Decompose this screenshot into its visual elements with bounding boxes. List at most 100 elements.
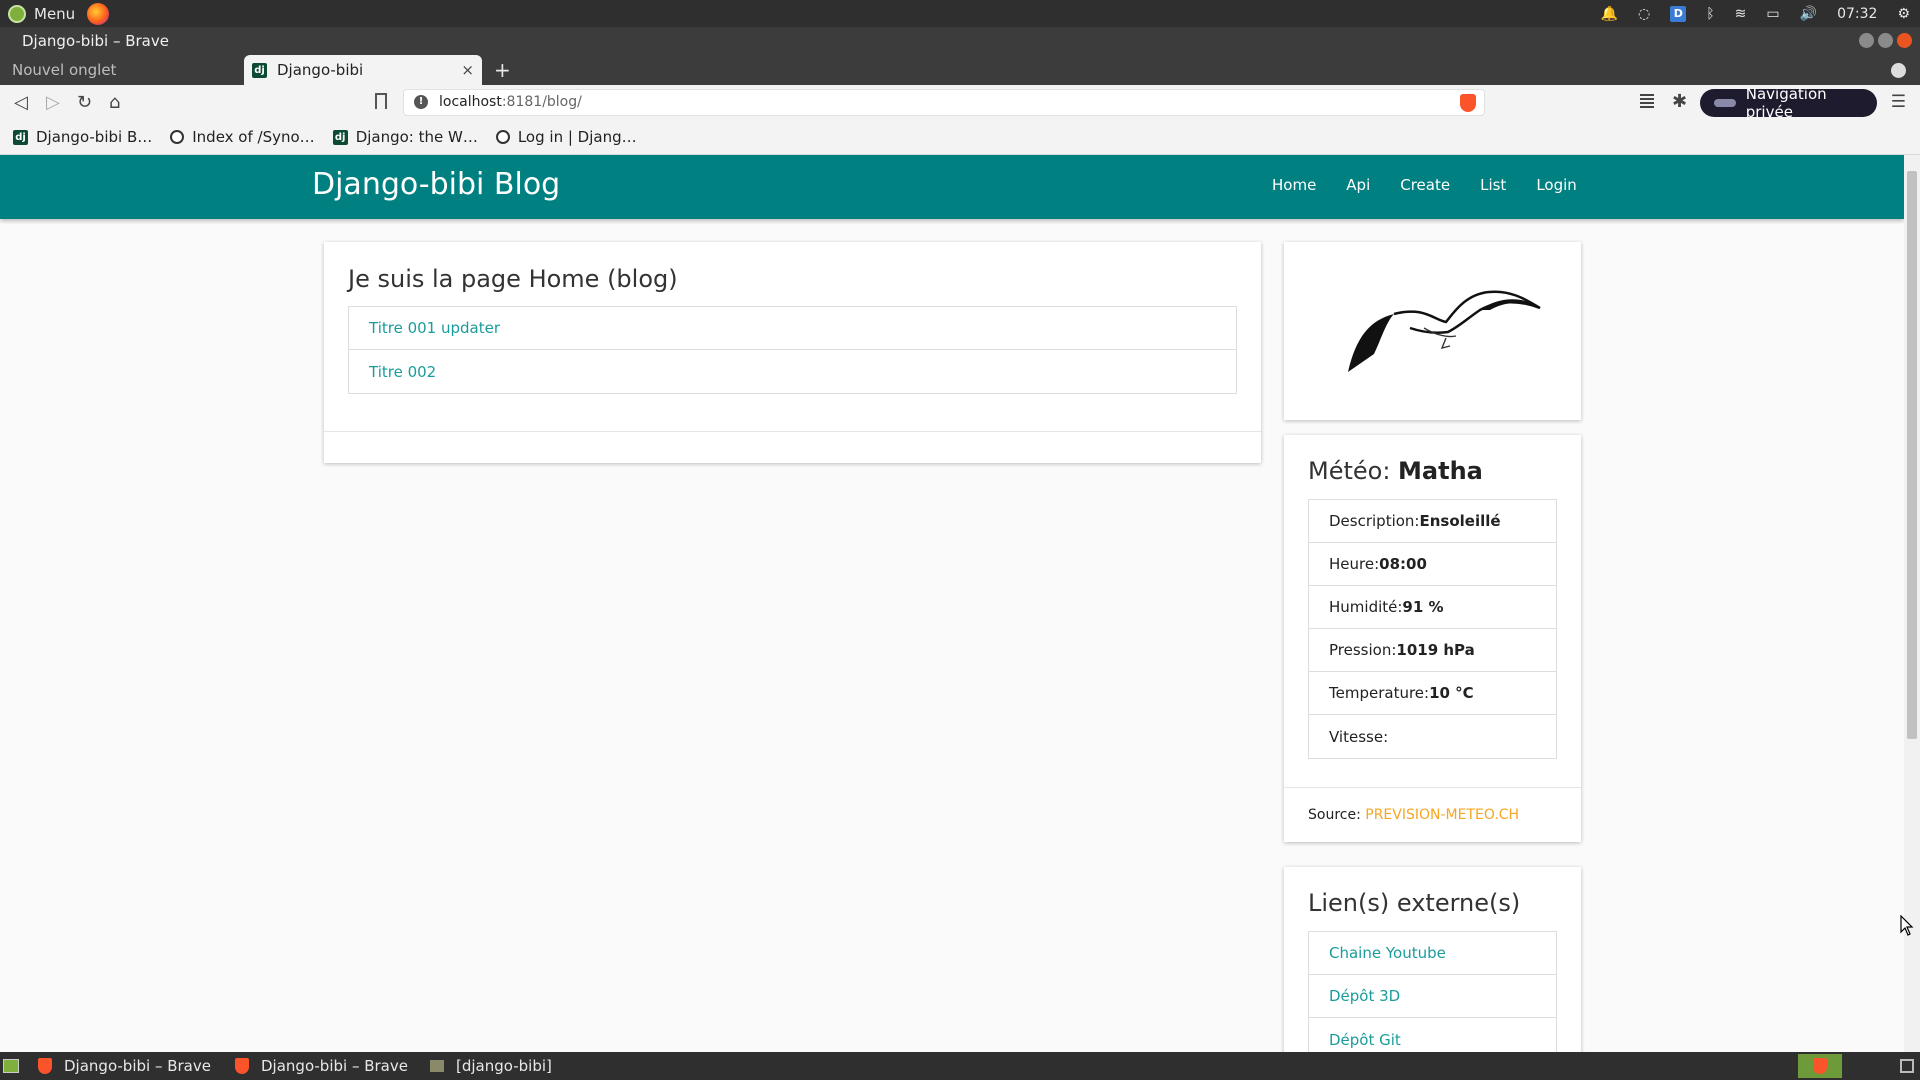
source-link[interactable]: PREVISION-METEO.CH <box>1365 807 1519 823</box>
list-item[interactable]: Titre 001 updater <box>349 307 1236 350</box>
card-footer-divider <box>1284 787 1581 788</box>
scrollbar-thumb[interactable] <box>1907 171 1917 739</box>
settings-gear-icon[interactable]: ⚙ <box>1897 6 1910 22</box>
django-icon: dj <box>13 129 28 145</box>
new-tab-button[interactable]: + <box>494 58 511 82</box>
weather-row: Pression: 1019 hPa <box>1309 629 1556 672</box>
weather-row: Temperature: 10 °C <box>1309 672 1556 715</box>
tab-django-bibi[interactable]: dj Django-bibi × <box>244 55 482 85</box>
weather-city: Matha <box>1398 457 1483 485</box>
window-title-bar: Django-bibi – Brave <box>0 27 1920 55</box>
trash-icon[interactable] <box>1900 1059 1914 1073</box>
nav-api[interactable]: Api <box>1346 176 1370 194</box>
private-glasses-icon <box>1714 99 1736 107</box>
window-title: Django-bibi – Brave <box>22 32 169 50</box>
page-title: Je suis la page Home (blog) <box>348 265 678 293</box>
card-footer-divider <box>324 431 1261 432</box>
list-item[interactable]: Dépôt 3D <box>1309 975 1556 1018</box>
logo-card <box>1284 242 1581 420</box>
nav-login[interactable]: Login <box>1536 176 1576 194</box>
weather-row: Humidité: 91 % <box>1309 586 1556 629</box>
home-icon[interactable]: ⌂ <box>109 92 120 113</box>
links-heading: Lien(s) externe(s) <box>1308 889 1521 917</box>
bookmark-label: Index of /Syno… <box>192 128 315 146</box>
list-item[interactable]: Titre 002 <box>349 350 1236 393</box>
nav-list[interactable]: List <box>1480 176 1506 194</box>
taskbar-item[interactable]: [django-bibi] <box>430 1052 552 1080</box>
site-brand[interactable]: Django-bibi Blog <box>312 167 560 202</box>
brave-icon <box>1813 1058 1827 1074</box>
maximize-icon[interactable] <box>1878 33 1893 48</box>
os-menu-label: Menu <box>34 4 76 23</box>
list-item[interactable]: Dépôt Git <box>1309 1018 1556 1052</box>
nav-create[interactable]: Create <box>1400 176 1450 194</box>
os-menu-button[interactable]: Menu <box>0 4 76 23</box>
extension-icon[interactable] <box>1640 94 1654 110</box>
weather-row: Description: Ensoleillé <box>1309 500 1556 543</box>
clock[interactable]: 07:32 <box>1837 6 1877 22</box>
tab-label: Nouvel onglet <box>12 61 117 79</box>
bookmark-item[interactable]: dj Django: the W… <box>332 128 478 146</box>
site-nav-links: Home Api Create List Login <box>1272 176 1577 194</box>
volume-icon[interactable]: 🔊 <box>1800 6 1817 22</box>
external-link[interactable]: Dépôt 3D <box>1329 987 1400 1005</box>
tab-label: Django-bibi <box>277 61 364 79</box>
weather-heading: Météo: Matha <box>1308 457 1483 485</box>
notification-bell-icon[interactable]: 🔔 <box>1601 6 1618 22</box>
reload-icon[interactable]: ↻ <box>77 92 92 113</box>
close-tab-icon[interactable]: × <box>461 61 474 79</box>
lightbulb-icon[interactable]: ◌ <box>1638 6 1650 22</box>
nav-home[interactable]: Home <box>1272 176 1316 194</box>
system-tray: 🔔 ◌ D ᛒ ≋ ▭ 🔊 07:32 ⚙ <box>1601 0 1910 27</box>
weather-card: Météo: Matha Description: Ensoleillé Heu… <box>1284 435 1581 842</box>
tab-search-icon[interactable] <box>1891 63 1906 78</box>
weather-source: Source: PREVISION-METEO.CH <box>1308 807 1520 823</box>
bookmarks-bar: dj Django-bibi B… Index of /Syno… dj Dja… <box>0 120 1920 155</box>
address-bar[interactable]: ! localhost:8181/blog/ <box>403 89 1485 116</box>
bookmark-item[interactable]: dj Django-bibi B… <box>13 128 152 146</box>
main-card: Je suis la page Home (blog) Titre 001 up… <box>324 242 1261 463</box>
os-top-panel: Menu 🔔 ◌ D ᛒ ≋ ▭ 🔊 07:32 ⚙ <box>0 0 1920 27</box>
seagull-logo-icon <box>1348 290 1541 372</box>
firefox-launcher-icon[interactable] <box>87 2 110 25</box>
taskbar-item[interactable]: Django-bibi – Brave <box>38 1052 211 1080</box>
browser-menu-icon[interactable]: ☰ <box>1891 92 1906 112</box>
list-item[interactable]: Chaine Youtube <box>1309 932 1556 975</box>
private-label: Navigation privée <box>1745 85 1827 121</box>
site-info-icon[interactable]: ! <box>414 95 428 109</box>
external-link[interactable]: Chaine Youtube <box>1329 944 1446 962</box>
forward-icon[interactable]: ▷ <box>46 92 60 113</box>
tab-new-tab[interactable]: Nouvel onglet <box>0 55 240 85</box>
private-window-badge[interactable]: Navigation privée <box>1700 85 1877 121</box>
battery-icon[interactable]: ▭ <box>1766 6 1779 22</box>
bluetooth-icon[interactable]: ᛒ <box>1706 6 1714 22</box>
post-link[interactable]: Titre 001 updater <box>369 319 500 337</box>
bookmark-icon[interactable] <box>375 93 387 109</box>
window-controls <box>1859 33 1912 48</box>
django-favicon-icon: dj <box>252 62 267 78</box>
back-icon[interactable]: ◁ <box>14 92 28 113</box>
minimize-icon[interactable] <box>1859 33 1874 48</box>
browser-toolbar: ◁ ▷ ↻ ⌂ ! localhost:8181/blog/ ✱ Navigat… <box>0 85 1920 121</box>
wifi-icon[interactable]: ≋ <box>1735 6 1747 22</box>
brave-shields-icon[interactable] <box>1460 94 1476 112</box>
post-link[interactable]: Titre 002 <box>369 363 436 381</box>
taskbar-item[interactable]: Django-bibi – Brave <box>235 1052 408 1080</box>
show-desktop-icon[interactable] <box>3 1059 19 1073</box>
url-text[interactable]: localhost:8181/blog/ <box>439 94 582 110</box>
external-link[interactable]: Dépôt Git <box>1329 1031 1401 1049</box>
post-list: Titre 001 updater Titre 002 <box>348 306 1237 394</box>
weather-row: Heure: 08:00 <box>1309 543 1556 586</box>
bookmark-item[interactable]: Index of /Syno… <box>170 128 315 146</box>
close-window-icon[interactable] <box>1897 33 1912 48</box>
globe-icon <box>495 130 510 144</box>
os-taskbar: Django-bibi – Brave Django-bibi – Brave … <box>0 1052 1920 1080</box>
external-links-card: Lien(s) externe(s) Chaine Youtube Dépôt … <box>1284 867 1581 1052</box>
bookmark-label: Django-bibi B… <box>36 128 153 146</box>
folder-icon <box>430 1060 444 1072</box>
puzzle-extensions-icon[interactable]: ✱ <box>1672 91 1687 112</box>
d-app-icon[interactable]: D <box>1670 5 1687 22</box>
tab-strip: Nouvel onglet dj Django-bibi × + <box>0 55 1920 85</box>
site-navbar: Django-bibi Blog Home Api Create List Lo… <box>0 155 1904 219</box>
bookmark-item[interactable]: Log in | Djang… <box>495 128 637 146</box>
